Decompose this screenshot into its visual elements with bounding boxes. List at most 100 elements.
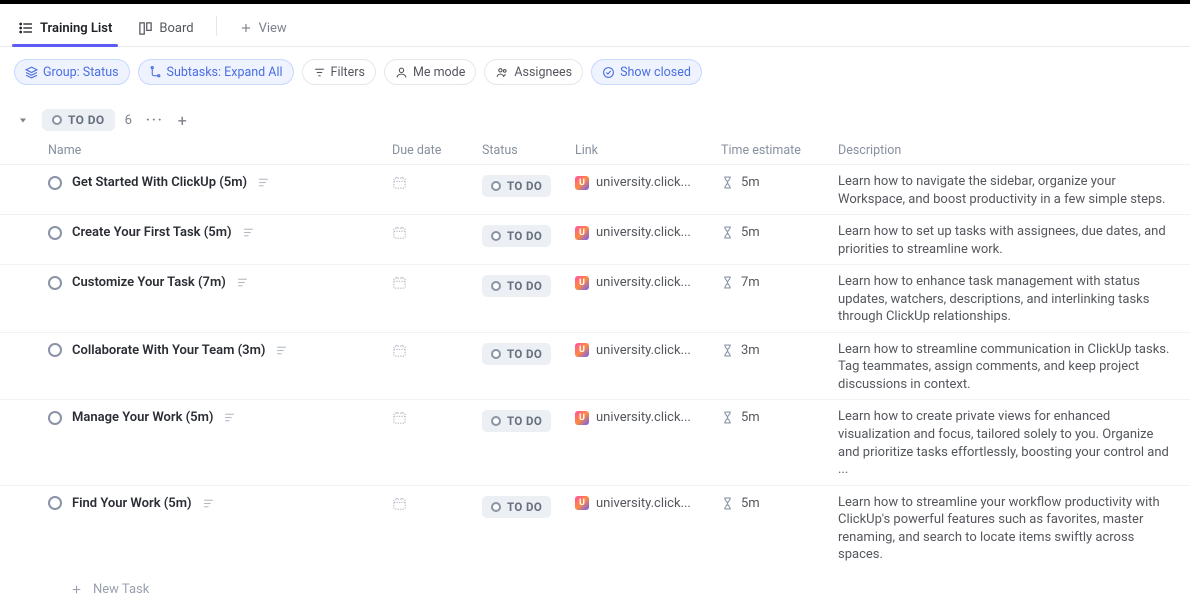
table-row[interactable]: Find Your Work (5m) TO DO U university.c… [0,486,1190,570]
col-header-name[interactable]: Name [48,143,392,158]
calendar-icon [392,410,407,425]
time-estimate[interactable]: 5m [741,410,760,425]
table-row[interactable]: Get Started With ClickUp (5m) TO DO U un… [0,165,1190,215]
status-dot-icon [491,181,501,191]
task-title[interactable]: Customize Your Task (7m) [72,275,226,290]
table-row[interactable]: Customize Your Task (7m) TO DO U univers… [0,265,1190,333]
col-header-time[interactable]: Time estimate [721,143,838,158]
view-tab-board[interactable]: Board [134,13,197,46]
col-header-status[interactable]: Status [482,143,575,158]
status-chip[interactable]: TO DO [482,175,551,197]
chevron-down-icon [17,114,29,126]
task-title[interactable]: Get Started With ClickUp (5m) [72,175,247,190]
due-date-button[interactable] [392,343,407,358]
status-dot-icon [491,349,501,359]
link-favicon-icon: U [575,343,589,357]
task-description[interactable]: Learn how to navigate the sidebar, organ… [838,171,1176,208]
task-description[interactable]: Learn how to set up tasks with assignees… [838,221,1176,258]
status-dot-icon [491,502,501,512]
task-status-circle[interactable] [48,176,62,190]
description-icon [275,344,288,357]
hourglass-icon [721,344,734,357]
hourglass-icon [721,497,734,510]
pill-label: Assignees [514,65,572,80]
assignees-pill[interactable]: Assignees [484,59,583,85]
add-task-button[interactable]: + [178,111,187,130]
task-link[interactable]: university.click... [596,175,691,190]
task-link[interactable]: university.click... [596,275,691,290]
due-date-button[interactable] [392,275,407,290]
task-link[interactable]: university.click... [596,225,691,240]
due-date-button[interactable] [392,496,407,511]
time-estimate[interactable]: 5m [741,496,760,511]
calendar-icon [392,275,407,290]
col-header-due[interactable]: Due date [392,143,482,158]
filters-pill[interactable]: Filters [302,59,376,85]
pill-label: Group: Status [43,65,119,80]
col-header-desc[interactable]: Description [838,143,1176,158]
show-closed-pill[interactable]: Show closed [591,59,702,85]
pill-label: Filters [331,65,365,80]
group-count: 6 [125,113,132,128]
status-chip[interactable]: TO DO [482,343,551,365]
due-date-button[interactable] [392,175,407,190]
subtasks-pill[interactable]: Subtasks: Expand All [138,59,294,85]
new-task-button[interactable]: New Task [0,570,1190,609]
task-status-circle[interactable] [48,411,62,425]
status-dot-icon [491,281,501,291]
due-date-button[interactable] [392,225,407,240]
link-favicon-icon: U [575,496,589,510]
check-circle-icon [602,66,615,79]
calendar-icon [392,175,407,190]
status-chip-label: TO DO [507,500,542,514]
view-separator [216,16,217,36]
calendar-icon [392,343,407,358]
group-by-pill[interactable]: Group: Status [14,59,130,85]
link-favicon-icon: U [575,411,589,425]
time-estimate[interactable]: 3m [741,343,760,358]
task-link[interactable]: university.click... [596,343,691,358]
link-favicon-icon: U [575,276,589,290]
task-description[interactable]: Learn how to streamline your workflow pr… [838,492,1176,564]
task-status-circle[interactable] [48,226,62,240]
task-title[interactable]: Create Your First Task (5m) [72,225,232,240]
status-chip[interactable]: TO DO [482,225,551,247]
status-chip-label: TO DO [507,414,542,428]
status-chip-label: TO DO [507,229,542,243]
task-link[interactable]: university.click... [596,496,691,511]
collapse-group-button[interactable] [14,111,32,129]
task-status-circle[interactable] [48,343,62,357]
task-link[interactable]: university.click... [596,410,691,425]
table-row[interactable]: Create Your First Task (5m) TO DO U univ… [0,215,1190,265]
task-description[interactable]: Learn how to create private views for en… [838,406,1176,478]
status-chip[interactable]: TO DO [482,410,551,432]
task-description[interactable]: Learn how to streamline communication in… [838,339,1176,394]
calendar-icon [392,225,407,240]
group-more-button[interactable]: ··· [142,111,168,130]
task-title[interactable]: Find Your Work (5m) [72,496,192,511]
me-mode-pill[interactable]: Me mode [384,59,476,85]
due-date-button[interactable] [392,410,407,425]
status-chip[interactable]: TO DO [482,496,551,518]
task-description[interactable]: Learn how to enhance task management wit… [838,271,1176,326]
status-dot-icon [491,231,501,241]
task-title[interactable]: Collaborate With Your Team (3m) [72,343,265,358]
plus-icon [239,21,253,35]
time-estimate[interactable]: 5m [741,225,760,240]
person-icon [395,66,408,79]
task-status-circle[interactable] [48,276,62,290]
group-status-badge[interactable]: TO DO [42,109,115,131]
board-icon [138,21,153,36]
task-status-circle[interactable] [48,496,62,510]
time-estimate[interactable]: 5m [741,175,760,190]
add-view-button[interactable]: View [235,13,291,46]
table-row[interactable]: Collaborate With Your Team (3m) TO DO U … [0,333,1190,401]
time-estimate[interactable]: 7m [741,275,760,290]
new-task-label: New Task [93,582,149,597]
col-header-link[interactable]: Link [575,143,721,158]
view-tab-list[interactable]: Training List [14,12,116,46]
view-tab-label: Training List [40,21,112,36]
task-title[interactable]: Manage Your Work (5m) [72,410,213,425]
table-row[interactable]: Manage Your Work (5m) TO DO U university… [0,400,1190,485]
status-chip[interactable]: TO DO [482,275,551,297]
